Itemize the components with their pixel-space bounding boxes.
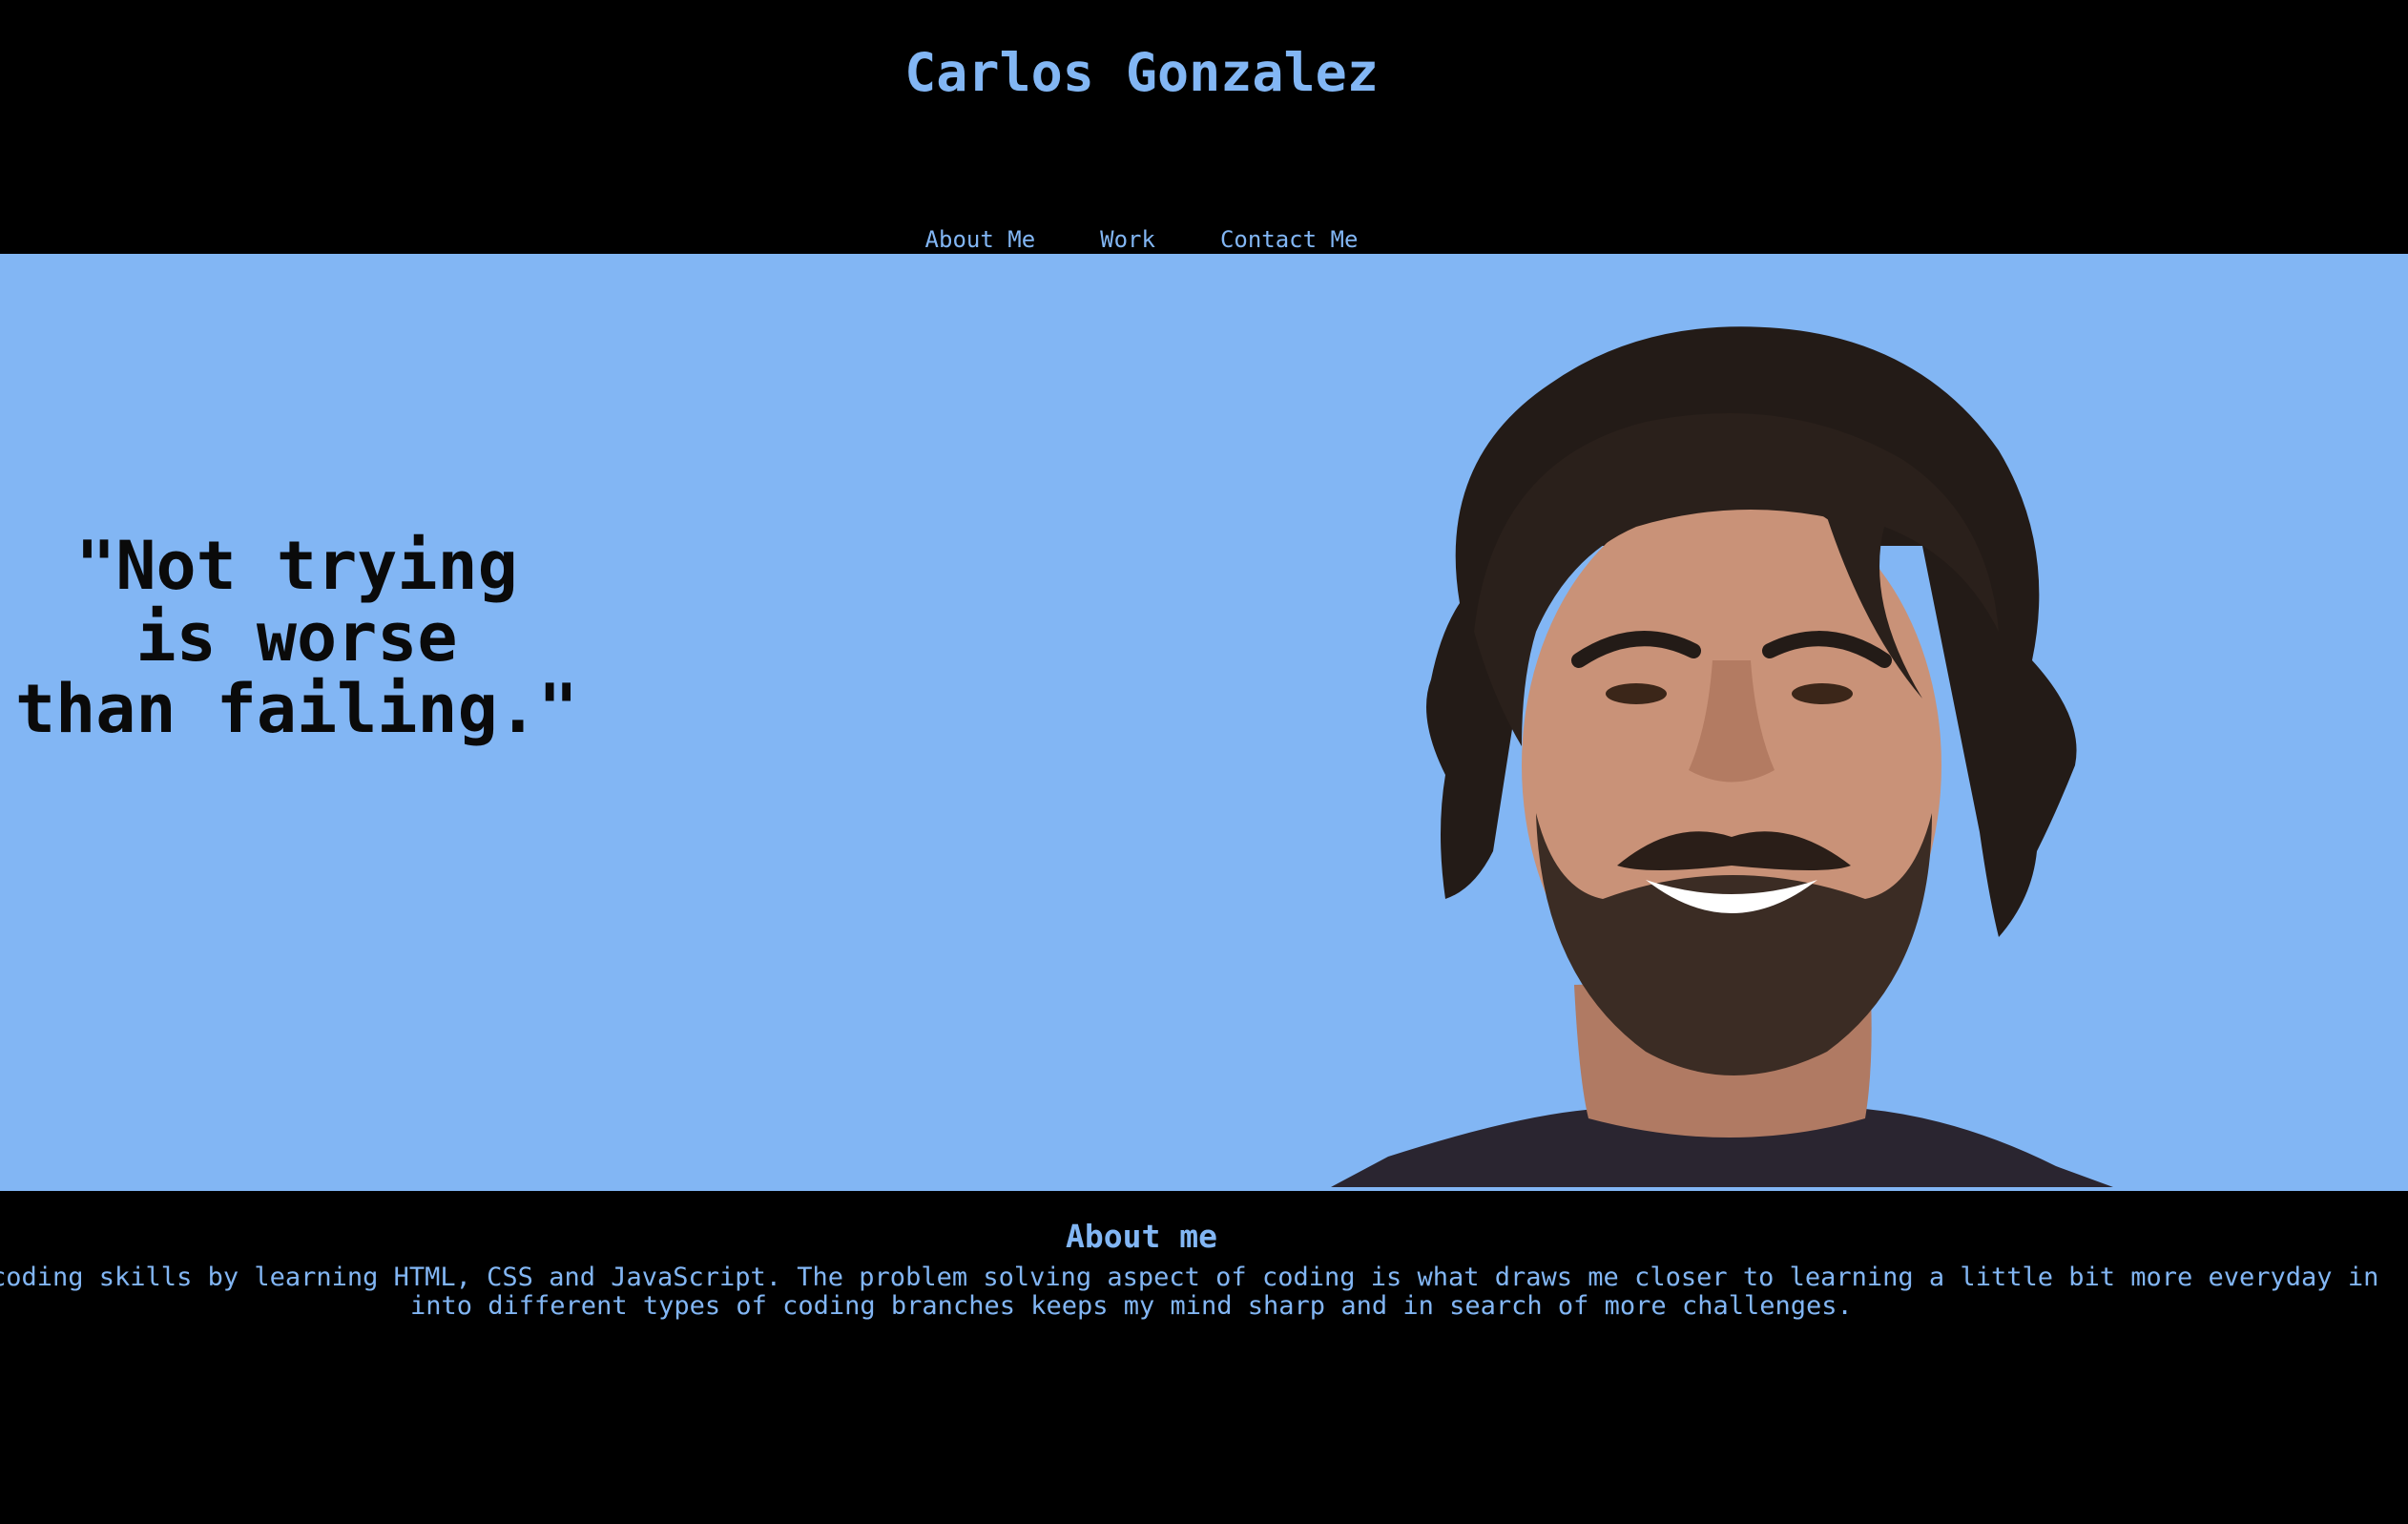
about-section: About me coding skills by learning HTML,…: [0, 1191, 2408, 1524]
quote-line: than failing.": [14, 670, 578, 748]
site-header: Carlos Gonzalez About Me Work Contact Me: [0, 0, 2408, 254]
portfolio-page: Carlos Gonzalez About Me Work Contact Me…: [0, 0, 2408, 1524]
quote-line: "Not trying: [75, 527, 518, 605]
portrait-photo: [1331, 326, 2113, 1187]
main-nav: About Me Work Contact Me: [0, 225, 2283, 254]
nav-link-about-me[interactable]: About Me: [925, 225, 1036, 254]
portrait-eye-right: [1792, 683, 1853, 704]
quote-line: is worse: [135, 598, 458, 677]
about-text-line: coding skills by learning HTML, CSS and …: [0, 1263, 2379, 1292]
nav-link-work[interactable]: Work: [1100, 225, 1155, 254]
hero-quote: "Not trying is worse than failing.": [0, 531, 593, 745]
hero-section: "Not trying is worse than failing.": [0, 254, 2408, 1191]
nav-link-contact-me[interactable]: Contact Me: [1220, 225, 1359, 254]
about-heading: About me: [1066, 1218, 1217, 1255]
portrait-eye-left: [1606, 683, 1667, 704]
site-title: Carlos Gonzalez: [904, 42, 1379, 103]
about-text-line: into different types of coding branches …: [410, 1291, 1853, 1321]
